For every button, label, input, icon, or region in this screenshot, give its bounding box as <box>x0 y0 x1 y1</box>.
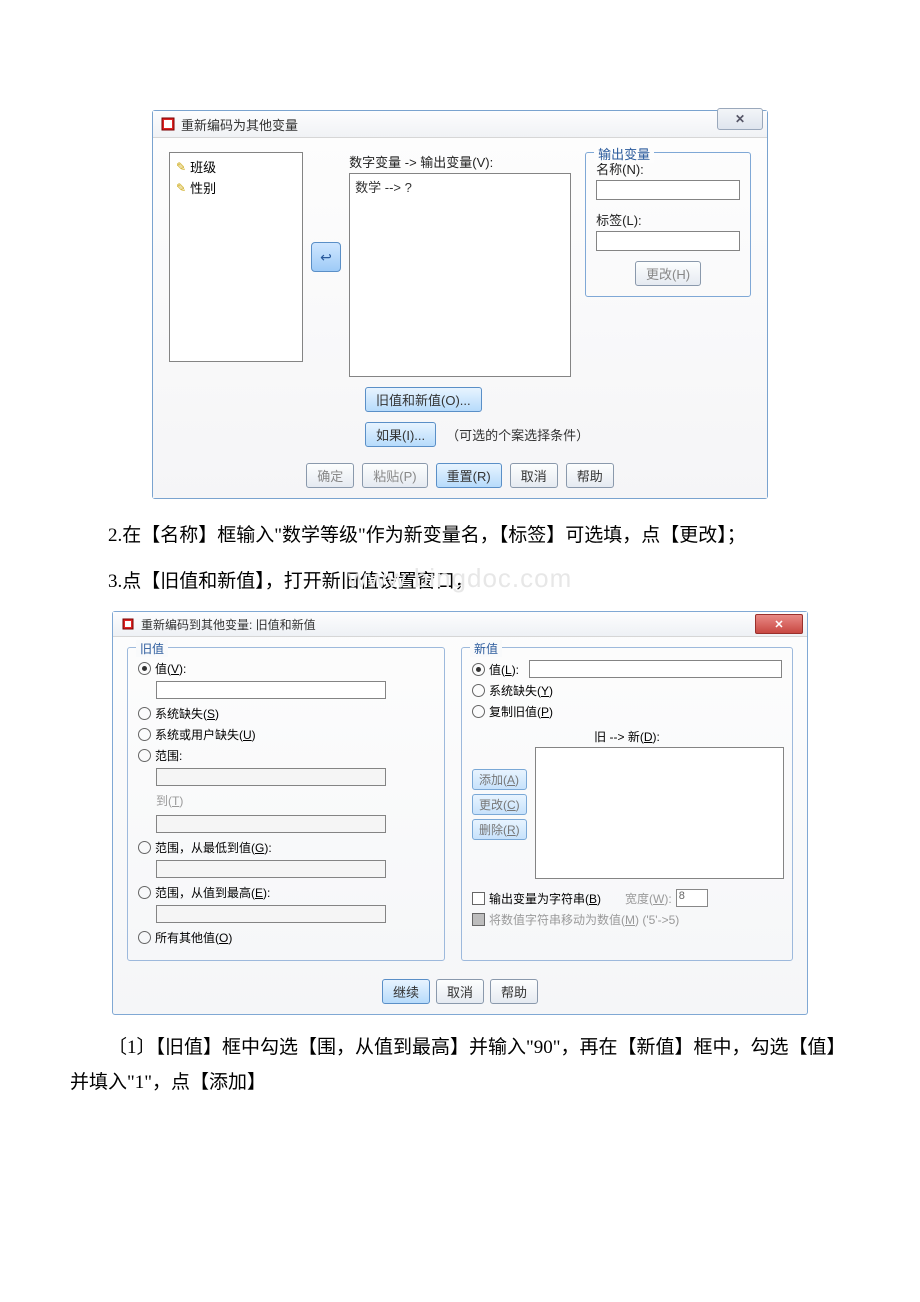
change-button[interactable]: 更改(H) <box>635 261 701 286</box>
radio-all-other[interactable] <box>138 931 151 944</box>
close-icon: ✕ <box>774 618 783 631</box>
radio-copy-label: 复制旧值(P) <box>489 703 553 720</box>
output-legend: 输出变量 <box>594 144 654 163</box>
cancel-button[interactable]: 取消 <box>510 463 558 488</box>
label-field[interactable] <box>596 231 740 251</box>
pencil-icon: ✎ <box>176 160 186 174</box>
old-new-list-label: 旧 --> 新(D): <box>472 728 782 745</box>
list-item-label: 性别 <box>190 178 216 197</box>
old-new-values-dialog: 重新编码到其他变量: 旧值和新值 ✕ 旧值 值(V): 系统缺失(S) <box>112 611 808 1015</box>
app-icon <box>121 617 135 631</box>
paste-button[interactable]: 粘贴(P) <box>362 463 427 488</box>
recode-dialog: 重新编码为其他变量 ✕ ✎ 班级 ✎ 性别 <box>152 110 768 499</box>
radio-sysuser-label: 系统或用户缺失(U) <box>155 726 256 743</box>
radio-range-low[interactable] <box>138 841 151 854</box>
radio-range-high-label: 范围，从值到最高(E): <box>155 884 270 901</box>
string-output-checkbox[interactable] <box>472 892 485 905</box>
close-icon: ✕ <box>735 112 745 126</box>
dialog1-titlebar: 重新编码为其他变量 ✕ <box>153 111 767 138</box>
reset-button[interactable]: 重置(R) <box>436 463 502 488</box>
new-value-input[interactable] <box>529 660 782 678</box>
source-variable-list[interactable]: ✎ 班级 ✎ 性别 <box>169 152 303 362</box>
output-variable-group: 输出变量 名称(N): 标签(L): 更改(H) <box>585 152 751 297</box>
name-field[interactable] <box>596 180 740 200</box>
radio-copy[interactable] <box>472 705 485 718</box>
radio-new-sysmis[interactable] <box>472 684 485 697</box>
radio-range[interactable] <box>138 749 151 762</box>
label-label: 标签(L): <box>596 210 740 229</box>
close-button[interactable]: ✕ <box>717 108 763 130</box>
string-output-label: 输出变量为字符串(B) <box>489 890 601 907</box>
app-icon <box>161 117 175 131</box>
mapping-list-box[interactable] <box>535 747 784 879</box>
radio-new-value-label: 值(L): <box>489 661 519 678</box>
radio-sysmis[interactable] <box>138 707 151 720</box>
radio-range-label: 范围: <box>155 747 182 764</box>
range-from-input[interactable] <box>156 768 386 786</box>
instruction-paragraph-3: 3.点【旧值和新值】，打开新旧值设置窗口， <box>70 565 850 599</box>
old-value-group: 旧值 值(V): 系统缺失(S) 系统或用户缺失(U) 范围: <box>127 647 445 961</box>
instruction-paragraph-sub1: 〔1〕【旧值】框中勾选【围，从值到最高】并输入"90"，再在【新值】框中，勾选【… <box>70 1031 850 1099</box>
range-high-input[interactable] <box>156 905 386 923</box>
radio-all-other-label: 所有其他值(O) <box>155 929 232 946</box>
dialog2-titlebar: 重新编码到其他变量: 旧值和新值 ✕ <box>113 612 807 637</box>
radio-value[interactable] <box>138 662 151 675</box>
radio-new-sysmis-label: 系统缺失(Y) <box>489 682 553 699</box>
range-to-input[interactable] <box>156 815 386 833</box>
mapping-entry: 数学 --> ? <box>355 180 412 195</box>
mapping-label: 数字变量 -> 输出变量(V): <box>349 152 571 171</box>
list-item[interactable]: ✎ 班级 <box>176 157 296 176</box>
new-legend: 新值 <box>470 640 502 657</box>
old-new-values-button[interactable]: 旧值和新值(O)... <box>365 387 482 412</box>
pencil-icon: ✎ <box>176 181 186 195</box>
radio-new-value[interactable] <box>472 663 485 676</box>
cancel-button[interactable]: 取消 <box>436 979 484 1004</box>
convert-label: 将数值字符串移动为数值(M) ('5'->5) <box>489 911 679 928</box>
remove-button[interactable]: 删除(R) <box>472 819 527 840</box>
change-mapping-button[interactable]: 更改(C) <box>472 794 527 815</box>
radio-sysuser[interactable] <box>138 728 151 741</box>
old-legend: 旧值 <box>136 640 168 657</box>
dialog2-title: 重新编码到其他变量: 旧值和新值 <box>141 616 755 633</box>
convert-checkbox[interactable] <box>472 913 485 926</box>
move-arrow-button[interactable]: ↩ <box>311 242 341 272</box>
list-item-label: 班级 <box>190 157 216 176</box>
instruction-paragraph-2: 2.在【名称】框输入"数学等级"作为新变量名，【标签】可选填，点【更改】； <box>70 519 850 553</box>
range-to-label: 到(T) <box>156 792 434 809</box>
new-value-group: 新值 值(L): 系统缺失(Y) 复制旧值(P) 旧 --> 新(D): <box>461 647 793 961</box>
range-low-input[interactable] <box>156 860 386 878</box>
width-field[interactable]: 8 <box>676 889 708 907</box>
mapping-list[interactable]: 数学 --> ? <box>349 173 571 377</box>
close-button[interactable]: ✕ <box>755 614 803 634</box>
if-description: （可选的个案选择条件） <box>446 425 589 444</box>
continue-button[interactable]: 继续 <box>382 979 430 1004</box>
value-input[interactable] <box>156 681 386 699</box>
radio-sysmis-label: 系统缺失(S) <box>155 705 219 722</box>
help-button[interactable]: 帮助 <box>566 463 614 488</box>
dialog1-title: 重新编码为其他变量 <box>181 115 717 134</box>
if-button[interactable]: 如果(I)... <box>365 422 436 447</box>
radio-range-high[interactable] <box>138 886 151 899</box>
ok-button[interactable]: 确定 <box>306 463 354 488</box>
width-label: 宽度(W): <box>625 890 672 907</box>
arrow-icon: ↩ <box>320 249 332 266</box>
add-button[interactable]: 添加(A) <box>472 769 527 790</box>
list-item[interactable]: ✎ 性别 <box>176 178 296 197</box>
dialog1-body: ✎ 班级 ✎ 性别 ↩ 数字变量 -> 输出变量(V): <box>153 138 767 498</box>
radio-range-low-label: 范围，从最低到值(G): <box>155 839 272 856</box>
help-button[interactable]: 帮助 <box>490 979 538 1004</box>
radio-value-label: 值(V): <box>155 660 186 677</box>
